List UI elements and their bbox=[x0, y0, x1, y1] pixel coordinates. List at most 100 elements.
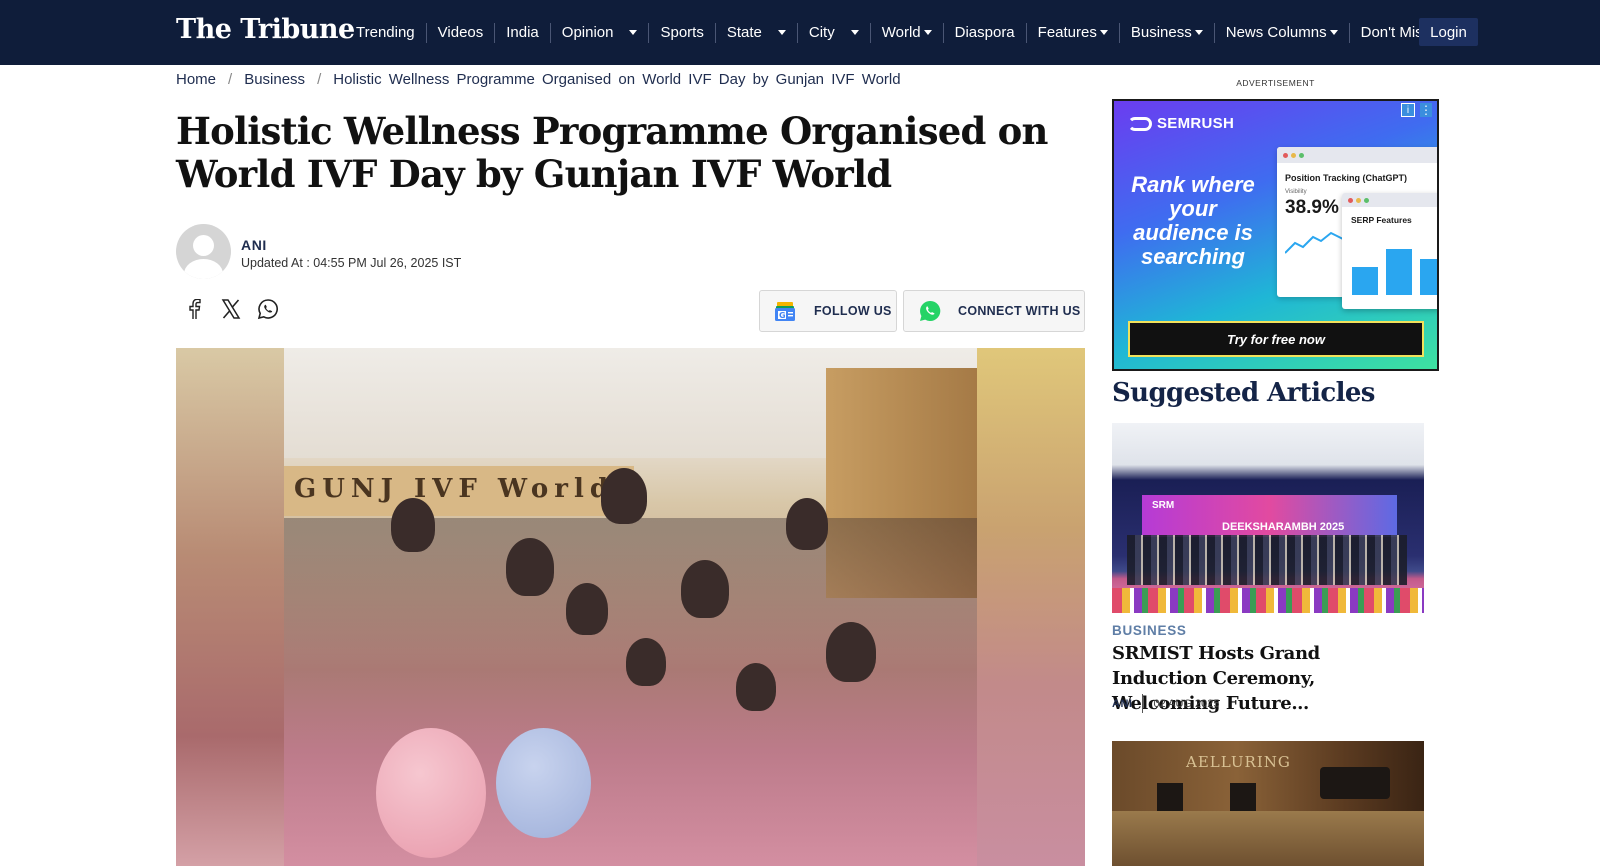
chevron-down-icon bbox=[1099, 30, 1108, 35]
ad-cta-button[interactable]: Try for free now bbox=[1128, 321, 1424, 357]
nav-item-label: Sports bbox=[660, 24, 704, 41]
main-nav: Trending Videos India Opinion Sports State Cit… bbox=[350, 0, 1441, 65]
chevron-down-icon bbox=[1194, 30, 1203, 35]
follow-us-label: FOLLOW US bbox=[814, 304, 892, 318]
ad-info-icon[interactable]: i bbox=[1401, 103, 1415, 117]
nav-item-india[interactable]: India bbox=[494, 22, 550, 43]
suggested-article-image[interactable]: SRM DEEKSHARAMBH 2025 bbox=[1112, 423, 1424, 613]
breadcrumb-separator: / bbox=[317, 71, 322, 88]
suggested-article-category[interactable]: BUSINESS bbox=[1112, 623, 1187, 638]
facebook-icon[interactable] bbox=[183, 298, 205, 320]
window-dot-icon bbox=[1364, 197, 1369, 203]
chevron-down-icon bbox=[629, 30, 638, 35]
google-news-icon: G bbox=[774, 299, 798, 323]
breadcrumb-current: Holistic Wellness Programme Organised on… bbox=[333, 71, 901, 88]
suggested-image-people-row bbox=[1127, 535, 1407, 585]
suggested-image-banner-text: DEEKSHARAMBH 2025 bbox=[1222, 521, 1345, 533]
site-logo[interactable]: The Tribune bbox=[176, 14, 355, 45]
ad-bar-mark bbox=[1352, 267, 1378, 295]
hero-sign-text: GUNJ IVF World bbox=[294, 474, 615, 504]
hero-blur-left bbox=[176, 348, 284, 866]
ad-brand: SEMRUSH bbox=[1128, 115, 1234, 132]
hero-person bbox=[626, 638, 666, 686]
nav-item-state[interactable]: State bbox=[714, 22, 797, 43]
article-title: Holistic Wellness Programme Organised on… bbox=[176, 109, 1048, 196]
nav-item-trending[interactable]: Trending bbox=[350, 23, 426, 43]
connect-with-us-button[interactable]: CONNECT WITH US bbox=[903, 290, 1085, 332]
nav-item-videos[interactable]: Videos bbox=[425, 22, 495, 43]
hero-person bbox=[506, 538, 554, 596]
nav-item-world[interactable]: World bbox=[869, 22, 943, 43]
whatsapp-icon[interactable] bbox=[257, 298, 279, 320]
nav-item-features[interactable]: Features bbox=[1025, 22, 1119, 43]
nav-item-label: Features bbox=[1037, 24, 1097, 41]
updated-timestamp: Updated At : 04:55 PM Jul 26, 2025 IST bbox=[241, 256, 462, 270]
login-button[interactable]: Login bbox=[1419, 18, 1478, 46]
nav-item-business[interactable]: Business bbox=[1118, 22, 1214, 43]
nav-item-label: India bbox=[506, 24, 539, 41]
hero-balloon-pink bbox=[376, 728, 486, 858]
hero-person bbox=[786, 498, 828, 550]
chevron-down-icon bbox=[923, 30, 932, 35]
ad-bar-mark bbox=[1420, 259, 1437, 295]
suggested-image-brand-text: AELLURING bbox=[1186, 753, 1291, 771]
ad-brand-name: SEMRUSH bbox=[1157, 115, 1235, 132]
author-avatar bbox=[176, 224, 231, 279]
share-bar bbox=[183, 298, 279, 320]
breadcrumb-section[interactable]: Business bbox=[244, 71, 305, 88]
breadcrumb-separator: / bbox=[228, 71, 233, 88]
nav-item-diaspora[interactable]: Diaspora bbox=[942, 22, 1026, 43]
window-dot-icon bbox=[1283, 152, 1288, 158]
top-navbar: The Tribune Trending Videos India Opinion Sp… bbox=[0, 0, 1600, 65]
nav-item-label: World bbox=[881, 24, 921, 41]
suggested-image-shelf bbox=[1112, 811, 1424, 866]
avatar-head-shape bbox=[193, 235, 214, 256]
suggested-article-meta: ANI 02 AUG 2025 bbox=[1112, 694, 1220, 713]
hero-person bbox=[826, 622, 876, 682]
chevron-down-icon bbox=[1329, 30, 1338, 35]
ad-card-titlebar bbox=[1277, 147, 1437, 163]
suggested-image-product bbox=[1320, 767, 1390, 799]
x-icon[interactable] bbox=[220, 298, 242, 320]
ad-card1-value: 38.9% bbox=[1285, 197, 1339, 218]
hero-person bbox=[681, 560, 729, 618]
article-hero-image: GUNJ IVF World bbox=[176, 348, 1085, 866]
ad-card1-subtitle: Visibility bbox=[1285, 189, 1307, 195]
hero-person bbox=[391, 498, 435, 552]
breadcrumb-home[interactable]: Home bbox=[176, 71, 216, 88]
ad-trend-line-icon bbox=[1285, 231, 1344, 254]
nav-item-opinion[interactable]: Opinion bbox=[549, 22, 649, 43]
suggested-article-author[interactable]: ANI bbox=[1112, 698, 1132, 710]
nav-item-label: News Columns bbox=[1225, 24, 1327, 41]
hero-balloon-blue bbox=[496, 728, 591, 838]
follow-us-button[interactable]: G FOLLOW US bbox=[759, 290, 897, 332]
suggested-image-flowers bbox=[1112, 588, 1424, 613]
suggested-article-image[interactable]: AELLURING bbox=[1112, 741, 1424, 866]
meta-divider bbox=[1142, 694, 1144, 713]
semrush-logo-icon bbox=[1128, 116, 1152, 131]
nav-item-news-columns[interactable]: News Columns bbox=[1213, 22, 1349, 43]
nav-item-sports[interactable]: Sports bbox=[648, 22, 714, 43]
nav-item-city[interactable]: City bbox=[796, 22, 870, 43]
author-name[interactable]: ANI bbox=[241, 237, 267, 253]
window-dot-icon bbox=[1348, 197, 1353, 203]
nav-item-label: State bbox=[726, 24, 762, 41]
ad-menu-icon[interactable]: ⋮ bbox=[1420, 103, 1432, 117]
whatsapp-logo-icon bbox=[918, 299, 942, 323]
ad-card2-title: SERP Features bbox=[1351, 215, 1412, 225]
suggested-image-logo-text: SRM bbox=[1152, 500, 1175, 511]
suggested-article-date: 02 AUG 2025 bbox=[1153, 697, 1220, 710]
nav-item-label: Videos bbox=[437, 24, 484, 41]
ad-bar-mark bbox=[1386, 249, 1412, 295]
ad-card1-title: Position Tracking (ChatGPT) bbox=[1285, 173, 1408, 183]
svg-text:G: G bbox=[779, 311, 786, 320]
chevron-down-icon bbox=[850, 30, 859, 35]
hero-person bbox=[566, 583, 608, 635]
suggested-articles-heading: Suggested Articles bbox=[1112, 378, 1375, 408]
nav-item-label: Diaspora bbox=[954, 24, 1015, 41]
window-dot-icon bbox=[1299, 152, 1304, 158]
advertisement-banner[interactable]: i ⋮ SEMRUSH Rank where your audience is … bbox=[1112, 99, 1439, 371]
window-dot-icon bbox=[1291, 152, 1296, 158]
nav-item-label: Opinion bbox=[561, 24, 614, 41]
nav-item-label: Trending bbox=[356, 24, 415, 41]
